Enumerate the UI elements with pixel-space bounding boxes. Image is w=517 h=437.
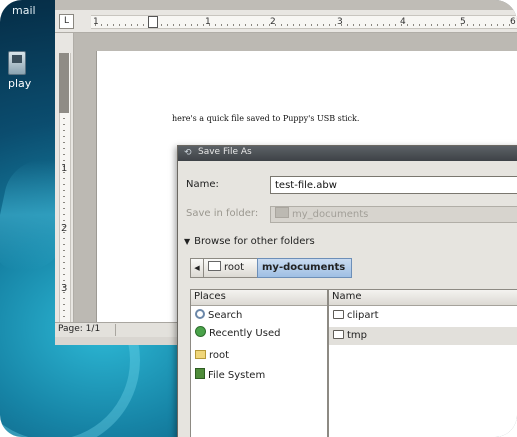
places-item-label: File System (208, 370, 266, 381)
home-folder-icon (195, 350, 206, 359)
save-in-label: Save in folder: (186, 208, 259, 219)
indent-marker[interactable] (148, 16, 158, 28)
desktop-play-icon[interactable] (8, 51, 26, 75)
desktop-icon-label-play[interactable]: play (8, 77, 31, 90)
places-item-label: root (209, 350, 230, 361)
file-item-clipart[interactable]: clipart (329, 307, 517, 325)
places-item-label: Search (208, 310, 243, 321)
name-column-header[interactable]: Name (329, 290, 517, 306)
tab-stop-selector[interactable]: L (59, 14, 74, 29)
ruler-number: 4 (400, 17, 406, 27)
ruler-number: 1 (93, 17, 99, 27)
name-label: Name: (186, 179, 219, 190)
ruler-number: 1 (205, 17, 211, 27)
ruler-number: 2 (270, 17, 276, 27)
status-separator (115, 324, 116, 336)
folder-icon (333, 310, 344, 319)
save-in-folder-combo[interactable]: my_documents (270, 206, 517, 223)
vruler-number: 3 (61, 283, 68, 294)
places-item-recently-used[interactable]: Recently Used (191, 325, 327, 343)
path-root-label: root (224, 262, 245, 273)
desktop-icon-label-mail[interactable]: mail (12, 4, 36, 17)
vruler-number: 2 (61, 223, 68, 234)
path-button-current[interactable]: my-documents (257, 258, 352, 278)
file-list: Name clipart tmp (328, 289, 517, 437)
ruler-number: 3 (337, 17, 343, 27)
path-scroll-left-button[interactable]: ◀ (190, 258, 204, 278)
path-current-label: my-documents (262, 262, 346, 273)
save-file-dialog: ⟲ Save File As Name: Save in folder: my_… (177, 145, 517, 437)
window-title-strip (55, 0, 517, 10)
ruler-number: 6 (510, 17, 516, 27)
browse-folders-expander[interactable]: ▼ Browse for other folders (184, 236, 315, 247)
places-header[interactable]: Places (191, 290, 327, 306)
ruler-number: 5 (460, 17, 466, 27)
recent-icon (195, 326, 206, 337)
filename-input[interactable] (270, 176, 517, 194)
dialog-app-icon: ⟲ (184, 148, 192, 158)
screen: mail play L 1 1 2 3 4 5 6 1 2 3 here's a… (0, 0, 517, 437)
file-item-label: clipart (347, 310, 379, 321)
page-margin-line (96, 51, 97, 323)
places-item-root[interactable]: root (191, 347, 327, 365)
document-text[interactable]: here's a quick file saved to Puppy's USB… (172, 114, 359, 123)
browse-label: Browse for other folders (194, 236, 315, 247)
vertical-ruler[interactable]: 1 2 3 (55, 33, 74, 323)
vruler-number: 1 (61, 163, 68, 174)
dialog-titlebar[interactable]: ⟲ Save File As (178, 146, 517, 161)
folder-icon (333, 330, 344, 339)
file-item-tmp[interactable]: tmp (329, 327, 517, 345)
horizontal-ruler[interactable]: L 1 1 2 3 4 5 6 (55, 10, 517, 33)
ruler-ticks (95, 24, 515, 26)
expander-arrow-icon: ▼ (184, 237, 191, 246)
search-icon (195, 309, 205, 319)
places-item-file-system[interactable]: File System (191, 367, 327, 385)
path-button-root[interactable]: root (203, 258, 258, 278)
filesystem-icon (195, 368, 205, 379)
file-item-label: tmp (347, 330, 368, 341)
folder-icon (208, 261, 221, 271)
vruler-margin (59, 53, 69, 113)
places-item-search[interactable]: Search (191, 307, 327, 325)
places-sidebar: Places Search Recently Used root File Sy… (190, 289, 328, 437)
places-item-label: Recently Used (209, 328, 281, 339)
dialog-title: Save File As (198, 147, 252, 157)
folder-icon (275, 207, 289, 218)
page-count: Page: 1/1 (58, 324, 101, 334)
save-in-value: my_documents (292, 209, 369, 220)
